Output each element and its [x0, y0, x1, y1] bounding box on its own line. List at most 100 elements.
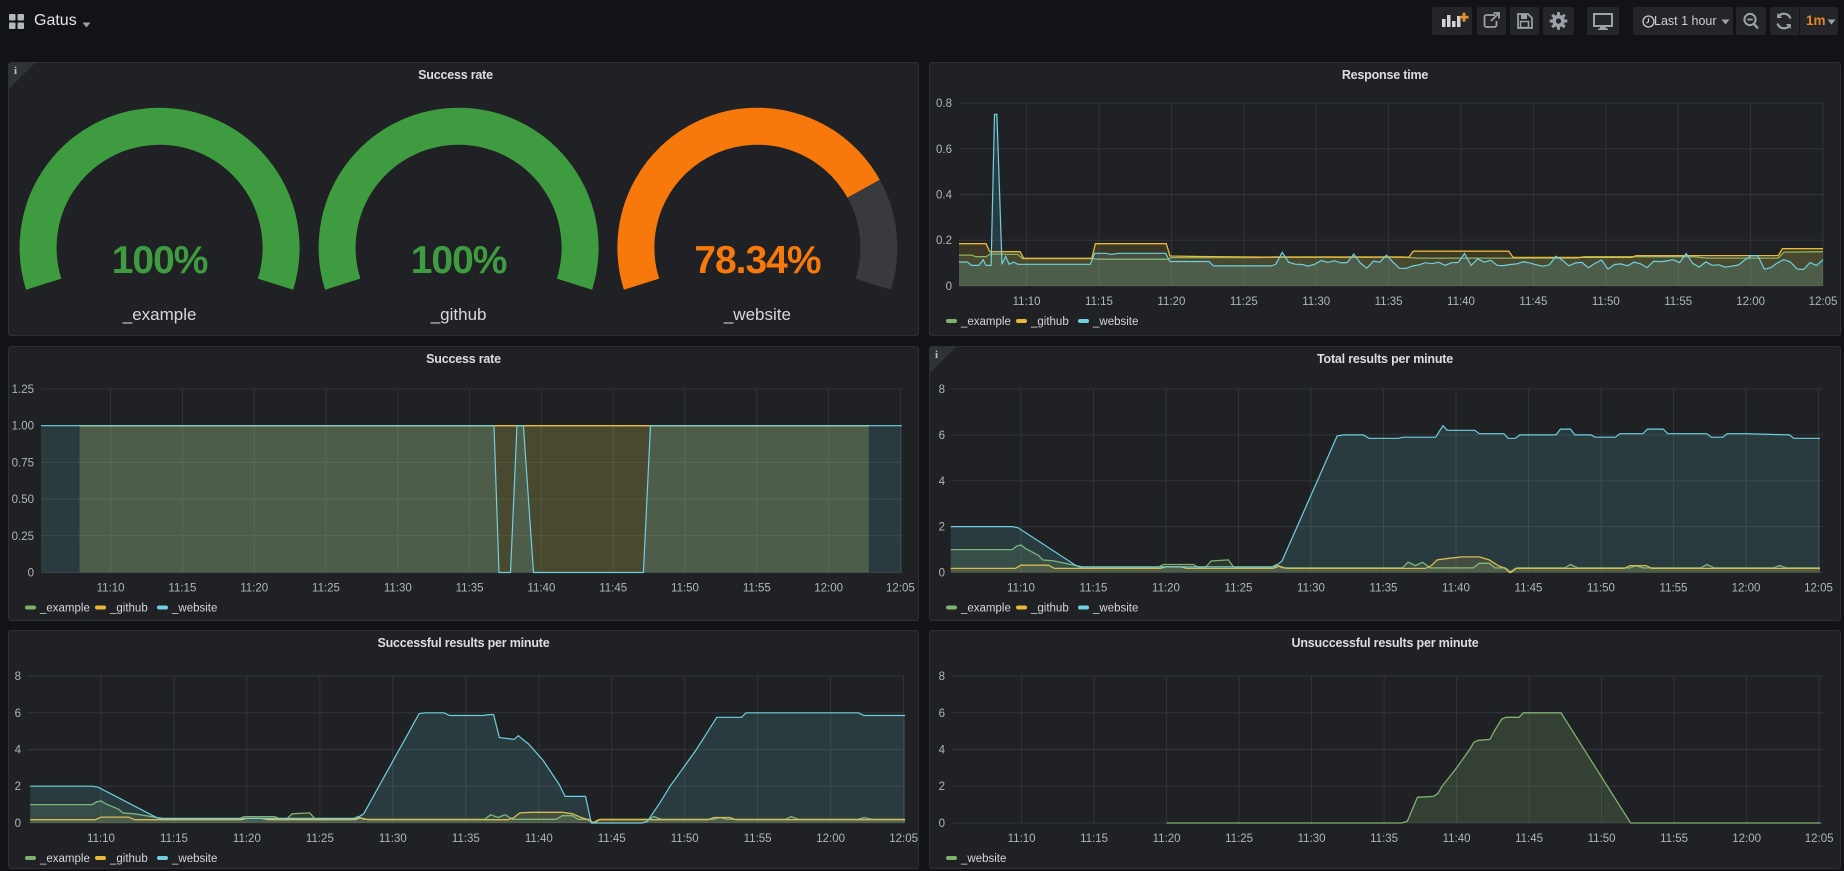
svg-text:12:00: 12:00: [816, 833, 845, 845]
svg-text:0.75: 0.75: [12, 457, 34, 469]
svg-text:11:40: 11:40: [1443, 833, 1471, 845]
svg-text:0.2: 0.2: [936, 235, 952, 247]
svg-text:11:25: 11:25: [312, 583, 340, 595]
svg-text:_example: _example: [122, 305, 197, 324]
svg-text:2: 2: [939, 781, 945, 793]
svg-text:_github: _github: [109, 853, 148, 865]
svg-text:11:10: 11:10: [87, 833, 115, 845]
svg-text:11:50: 11:50: [671, 833, 699, 845]
svg-text:11:45: 11:45: [599, 583, 627, 595]
svg-text:11:35: 11:35: [456, 583, 484, 595]
svg-text:11:45: 11:45: [1519, 296, 1547, 308]
svg-text:11:15: 11:15: [168, 583, 196, 595]
svg-text:0.25: 0.25: [12, 531, 34, 543]
svg-text:11:40: 11:40: [1447, 296, 1475, 308]
svg-text:11:25: 11:25: [1230, 296, 1258, 308]
svg-text:11:15: 11:15: [160, 833, 188, 845]
svg-text:11:35: 11:35: [1370, 583, 1398, 595]
svg-text:11:30: 11:30: [384, 583, 412, 595]
svg-text:_example: _example: [960, 316, 1011, 328]
svg-text:11:45: 11:45: [1515, 833, 1543, 845]
svg-text:_website: _website: [171, 853, 217, 865]
svg-text:11:55: 11:55: [1660, 583, 1688, 595]
svg-text:_example: _example: [39, 603, 90, 615]
svg-text:1.00: 1.00: [12, 421, 34, 433]
svg-text:11:55: 11:55: [1664, 296, 1692, 308]
svg-text:12:00: 12:00: [1732, 583, 1761, 595]
svg-text:11:55: 11:55: [743, 583, 771, 595]
svg-text:11:25: 11:25: [1225, 833, 1253, 845]
svg-text:0.8: 0.8: [936, 98, 952, 110]
svg-text:8: 8: [939, 384, 945, 396]
svg-text:11:30: 11:30: [1298, 833, 1326, 845]
svg-text:4: 4: [15, 745, 22, 757]
svg-text:78.34%: 78.34%: [694, 239, 821, 282]
svg-text:11:10: 11:10: [1013, 296, 1041, 308]
svg-text:2: 2: [939, 522, 945, 534]
svg-text:0.50: 0.50: [12, 494, 34, 506]
svg-text:0: 0: [939, 568, 945, 580]
svg-text:11:15: 11:15: [1085, 296, 1113, 308]
svg-text:100%: 100%: [411, 239, 507, 282]
svg-text:11:25: 11:25: [1225, 583, 1253, 595]
svg-text:11:30: 11:30: [379, 833, 407, 845]
svg-text:11:55: 11:55: [744, 833, 772, 845]
svg-text:11:40: 11:40: [525, 833, 553, 845]
svg-text:12:05: 12:05: [1805, 833, 1834, 845]
svg-text:11:20: 11:20: [240, 583, 268, 595]
svg-text:_example: _example: [960, 603, 1011, 615]
svg-text:8: 8: [939, 671, 945, 683]
svg-text:11:40: 11:40: [527, 583, 555, 595]
svg-text:11:35: 11:35: [452, 833, 480, 845]
svg-text:0.4: 0.4: [936, 190, 953, 202]
svg-text:0: 0: [946, 281, 952, 293]
svg-text:4: 4: [939, 476, 946, 488]
svg-text:2: 2: [15, 781, 21, 793]
svg-text:11:45: 11:45: [1515, 583, 1543, 595]
svg-text:11:35: 11:35: [1370, 833, 1398, 845]
svg-text:8: 8: [15, 671, 21, 683]
svg-text:11:40: 11:40: [1442, 583, 1470, 595]
svg-text:11:50: 11:50: [671, 583, 699, 595]
svg-text:11:15: 11:15: [1080, 833, 1108, 845]
svg-text:_website: _website: [723, 305, 791, 324]
svg-text:4: 4: [939, 745, 946, 757]
svg-text:12:05: 12:05: [1804, 583, 1833, 595]
svg-text:_website: _website: [171, 603, 217, 615]
svg-text:_example: _example: [39, 853, 90, 865]
svg-text:12:00: 12:00: [1736, 296, 1765, 308]
svg-text:0.6: 0.6: [936, 144, 952, 156]
svg-text:11:20: 11:20: [233, 833, 261, 845]
svg-text:11:20: 11:20: [1157, 296, 1185, 308]
svg-text:11:50: 11:50: [1588, 833, 1616, 845]
svg-text:12:00: 12:00: [814, 583, 843, 595]
svg-text:_github: _github: [430, 305, 487, 324]
svg-text:11:20: 11:20: [1153, 833, 1181, 845]
svg-text:0: 0: [15, 818, 21, 830]
svg-text:6: 6: [15, 708, 21, 720]
svg-text:6: 6: [939, 708, 945, 720]
svg-text:11:30: 11:30: [1297, 583, 1325, 595]
svg-text:_github: _github: [1030, 316, 1069, 328]
svg-text:12:05: 12:05: [889, 833, 918, 845]
svg-text:100%: 100%: [112, 239, 208, 282]
svg-text:11:55: 11:55: [1660, 833, 1688, 845]
svg-text:_website: _website: [960, 853, 1006, 865]
svg-text:_website: _website: [1092, 316, 1138, 328]
svg-text:12:05: 12:05: [886, 583, 915, 595]
svg-text:11:10: 11:10: [1008, 833, 1036, 845]
svg-text:11:25: 11:25: [306, 833, 334, 845]
svg-text:_github: _github: [1030, 603, 1069, 615]
svg-text:12:00: 12:00: [1732, 833, 1761, 845]
svg-text:_github: _github: [109, 603, 148, 615]
svg-text:11:30: 11:30: [1302, 296, 1330, 308]
svg-text:11:35: 11:35: [1375, 296, 1403, 308]
svg-text:0: 0: [28, 568, 34, 580]
svg-text:_website: _website: [1092, 603, 1138, 615]
svg-text:1.25: 1.25: [12, 384, 34, 396]
svg-text:12:05: 12:05: [1809, 296, 1838, 308]
svg-text:11:50: 11:50: [1587, 583, 1615, 595]
svg-text:11:50: 11:50: [1592, 296, 1620, 308]
svg-text:0: 0: [939, 818, 945, 830]
svg-text:11:10: 11:10: [97, 583, 125, 595]
